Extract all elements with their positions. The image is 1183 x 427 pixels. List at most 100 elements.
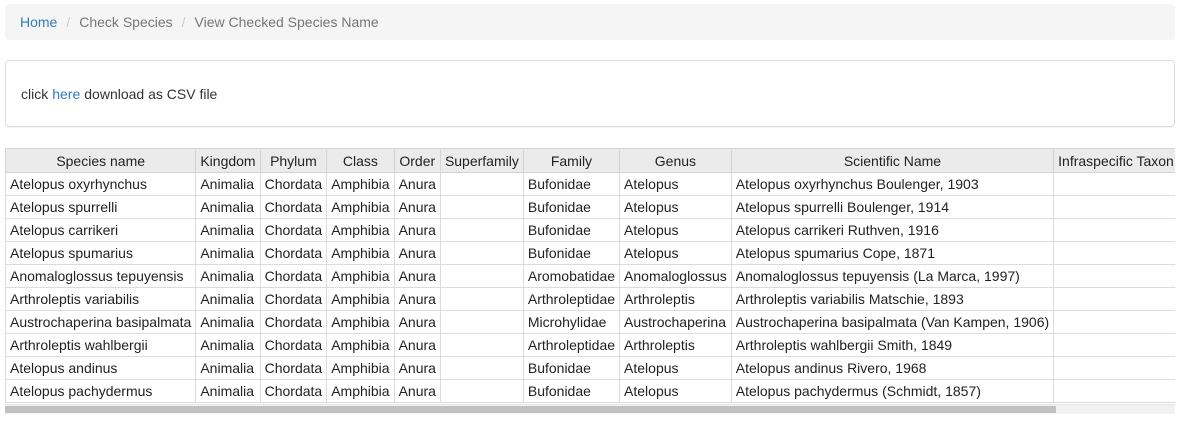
table-cell: Animalia bbox=[195, 172, 261, 196]
table-cell bbox=[1053, 172, 1175, 196]
breadcrumb-home-link[interactable]: Home bbox=[20, 14, 57, 30]
table-cell: Animalia bbox=[195, 310, 261, 334]
table-cell bbox=[439, 241, 524, 265]
table-cell: Atelopus spurrelli Boulenger, 1914 bbox=[730, 195, 1055, 219]
column-header[interactable]: Order bbox=[393, 148, 441, 173]
table-cell: Atelopus andinus Rivero, 1968 bbox=[730, 356, 1055, 380]
table-cell bbox=[1053, 356, 1175, 380]
table-cell: Chordata bbox=[259, 310, 328, 334]
breadcrumb-separator: / bbox=[66, 14, 71, 30]
column-header[interactable]: Superfamily bbox=[439, 148, 524, 173]
table-cell: Amphibia bbox=[326, 310, 395, 334]
table-cell bbox=[439, 310, 524, 334]
column-header[interactable]: Scientific Name bbox=[730, 148, 1055, 173]
table-cell bbox=[439, 287, 524, 311]
table-cell: Chordata bbox=[259, 264, 328, 288]
column-header[interactable]: Kingdom bbox=[195, 148, 261, 173]
table-cell: Bufonidae bbox=[522, 172, 621, 196]
table-row[interactable]: Atelopus spurrelli Animalia Chordata Amphib… bbox=[5, 195, 1175, 219]
table-cell bbox=[1053, 264, 1175, 288]
table-cell bbox=[1053, 218, 1175, 242]
breadcrumb-check-species[interactable]: Check Species bbox=[79, 14, 172, 30]
breadcrumb-separator: / bbox=[181, 14, 186, 30]
table-cell: Atelopus bbox=[619, 218, 732, 242]
column-header[interactable]: Infraspecific Taxon bbox=[1053, 148, 1175, 173]
table-cell: Amphibia bbox=[326, 218, 395, 242]
table-row[interactable]: Atelopus oxyrhynchus Animalia Chordata Amph… bbox=[5, 172, 1175, 196]
table-row[interactable]: Austrochaperina basipalmata Animalia Chord… bbox=[5, 310, 1175, 334]
table-cell bbox=[439, 264, 524, 288]
table-cell: Atelopus bbox=[619, 195, 732, 219]
table-cell: Arthroleptis bbox=[619, 333, 732, 357]
table-cell: Anomaloglossus tepuyensis (La Marca, 199… bbox=[730, 264, 1055, 288]
table-cell: Arthroleptis bbox=[619, 287, 732, 311]
table-cell bbox=[1053, 287, 1175, 311]
table-cell: Chordata bbox=[259, 333, 328, 357]
table-cell: Animalia bbox=[195, 333, 261, 357]
horizontal-scrollbar[interactable] bbox=[5, 404, 1175, 414]
table-cell bbox=[439, 379, 524, 403]
table-row[interactable]: Atelopus carrikeri Animalia Chordata Amphib… bbox=[5, 218, 1175, 242]
table-cell: Atelopus spumarius bbox=[5, 241, 197, 265]
table-cell: Amphibia bbox=[326, 264, 395, 288]
table-cell bbox=[439, 195, 524, 219]
table-cell: Arthroleptis wahlbergii bbox=[5, 333, 197, 357]
table-cell: Anura bbox=[393, 333, 441, 357]
breadcrumb: Home / Check Species / View Checked Spec… bbox=[5, 4, 1175, 40]
column-header[interactable]: Class bbox=[326, 148, 395, 173]
table-row[interactable]: Arthroleptis wahlbergii Animalia Chordata A… bbox=[5, 333, 1175, 357]
table-cell: Chordata bbox=[259, 218, 328, 242]
table-cell: Atelopus spumarius Cope, 1871 bbox=[730, 241, 1055, 265]
table-cell: Animalia bbox=[195, 287, 261, 311]
scrollbar-thumb[interactable] bbox=[5, 406, 1056, 413]
table-cell bbox=[439, 333, 524, 357]
table-cell bbox=[439, 356, 524, 380]
table-cell: Amphibia bbox=[326, 379, 395, 403]
table-cell: Animalia bbox=[195, 356, 261, 380]
table-cell: Microhylidae bbox=[522, 310, 621, 334]
table-cell bbox=[439, 172, 524, 196]
column-header[interactable]: Species name bbox=[5, 148, 197, 173]
table-cell: Anomaloglossus bbox=[619, 264, 732, 288]
column-header[interactable]: Phylum bbox=[259, 148, 328, 173]
table-row[interactable]: Atelopus andinus Animalia Chordata Amphibia… bbox=[5, 356, 1175, 380]
table-cell: Austrochaperina basipalmata bbox=[5, 310, 197, 334]
table-cell: Anura bbox=[393, 356, 441, 380]
table-cell: Chordata bbox=[259, 356, 328, 380]
table-row[interactable]: Atelopus spumarius Animalia Chordata Amphib… bbox=[5, 241, 1175, 265]
table-cell: Atelopus bbox=[619, 379, 732, 403]
table-cell: Amphibia bbox=[326, 172, 395, 196]
table-cell: Arthroleptidae bbox=[522, 287, 621, 311]
table-cell: Atelopus carrikeri bbox=[5, 218, 197, 242]
column-header[interactable]: Family bbox=[522, 148, 621, 173]
table-row[interactable]: Atelopus pachydermus Animalia Chordata Amph… bbox=[5, 379, 1175, 403]
table-cell: Amphibia bbox=[326, 287, 395, 311]
column-header[interactable]: Genus bbox=[619, 148, 732, 173]
table-cell: Animalia bbox=[195, 264, 261, 288]
table-cell: Animalia bbox=[195, 218, 261, 242]
download-csv-link[interactable]: here bbox=[48, 86, 84, 102]
table-cell: Aromobatidae bbox=[522, 264, 621, 288]
table-cell: Animalia bbox=[195, 195, 261, 219]
table-row[interactable]: Anomaloglossus tepuyensis Animalia Chordat… bbox=[5, 264, 1175, 288]
table-header-row: Species name Kingdom Phylum Class Order Super… bbox=[5, 148, 1175, 173]
table-row[interactable]: Arthroleptis variabilis Animalia Chordata A… bbox=[5, 287, 1175, 311]
table-cell bbox=[1053, 333, 1175, 357]
table-cell: Atelopus oxyrhynchus bbox=[5, 172, 197, 196]
table-cell: Atelopus andinus bbox=[5, 356, 197, 380]
table-cell: Atelopus pachydermus (Schmidt, 1857) bbox=[730, 379, 1055, 403]
table-cell: Anura bbox=[393, 195, 441, 219]
table-cell: Bufonidae bbox=[522, 356, 621, 380]
species-table: Species name Kingdom Phylum Class Order Super… bbox=[5, 148, 1175, 403]
table-cell: Arthroleptis wahlbergii Smith, 1849 bbox=[730, 333, 1055, 357]
download-panel: click here download as CSV file bbox=[5, 60, 1175, 127]
table-cell: Bufonidae bbox=[522, 379, 621, 403]
table-cell bbox=[1053, 195, 1175, 219]
table-cell: Atelopus pachydermus bbox=[5, 379, 197, 403]
table-cell bbox=[1053, 379, 1175, 403]
breadcrumb-current: View Checked Species Name bbox=[194, 14, 379, 30]
download-suffix: download as CSV file bbox=[84, 85, 218, 102]
table-cell: Amphibia bbox=[326, 195, 395, 219]
table-cell: Amphibia bbox=[326, 333, 395, 357]
table-cell: Anomaloglossus tepuyensis bbox=[5, 264, 197, 288]
